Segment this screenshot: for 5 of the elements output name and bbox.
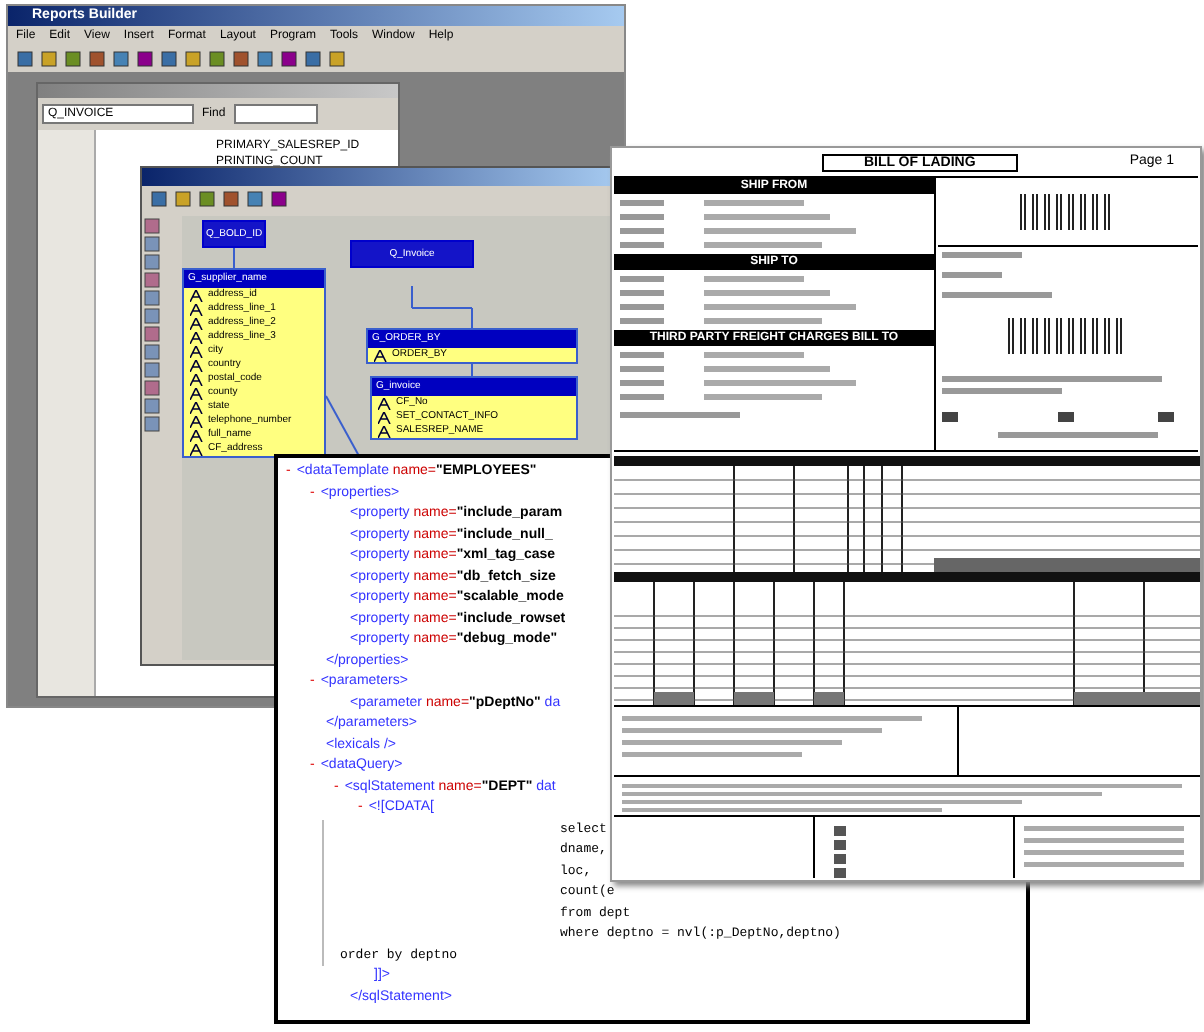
form-fields-drawing (620, 412, 740, 418)
connector-line (233, 247, 235, 269)
find-field[interactable] (233, 104, 318, 124)
connector-line (471, 363, 473, 377)
column-icon (374, 349, 388, 361)
